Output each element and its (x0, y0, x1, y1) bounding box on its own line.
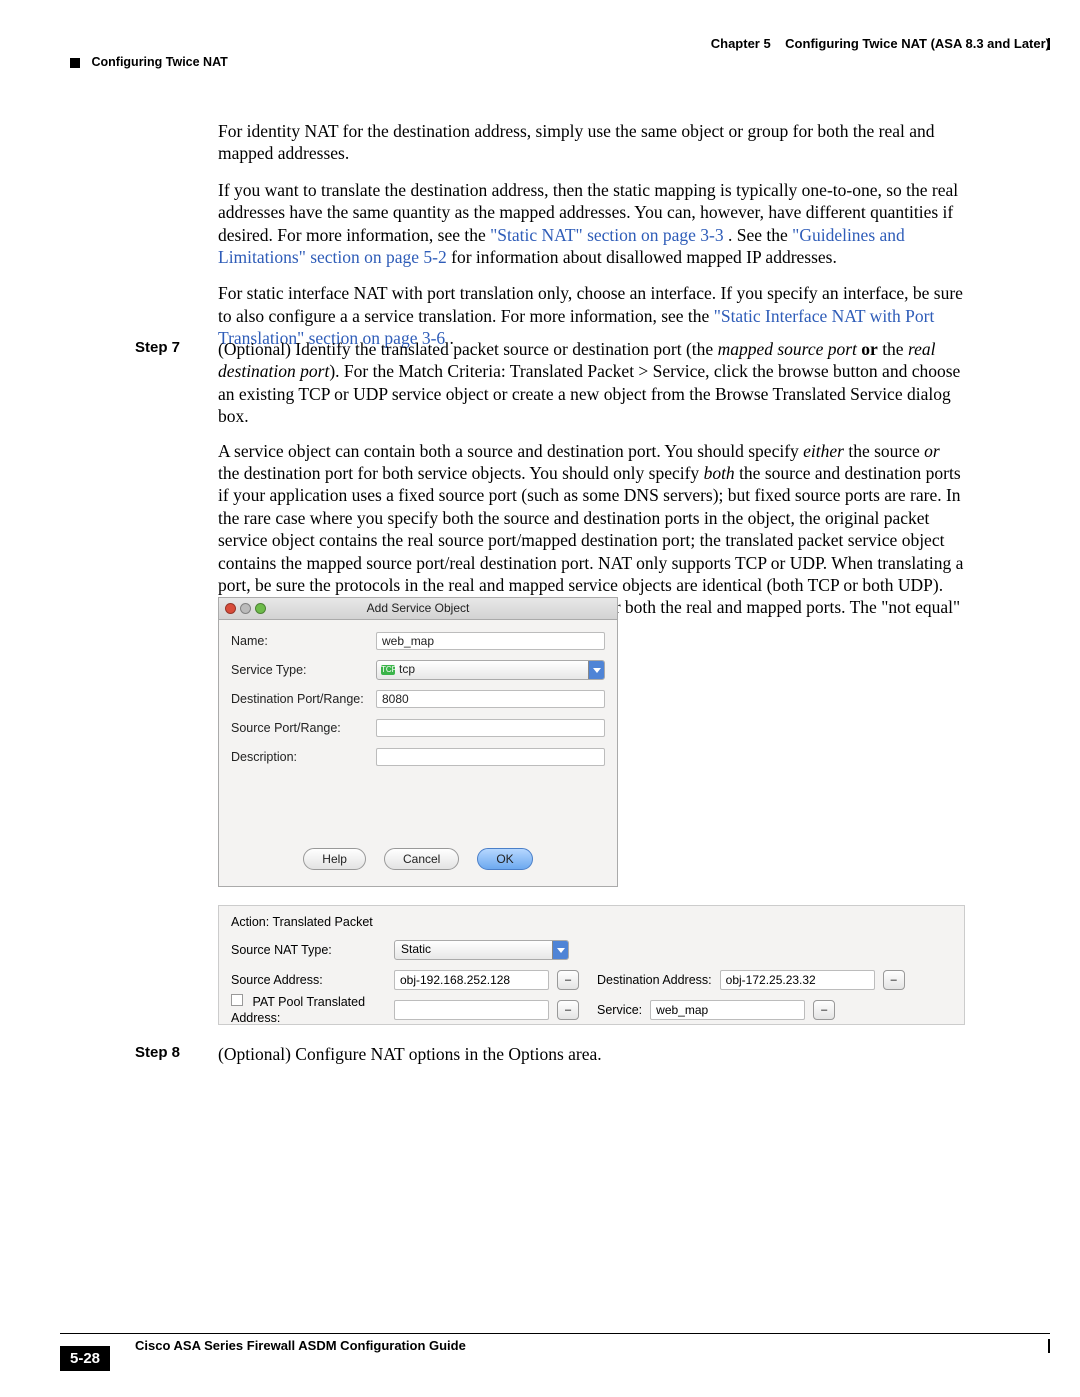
minimize-icon[interactable] (240, 603, 251, 614)
name-input[interactable]: web_map (376, 632, 605, 650)
src-addr-label: Source Address: (231, 972, 386, 988)
dialog-title: Add Service Object (219, 601, 617, 616)
pat-pool-browse-button[interactable]: – (557, 1000, 579, 1020)
cancel-button[interactable]: Cancel (384, 848, 459, 870)
src-nat-type-value: Static (401, 942, 431, 957)
body-content: For identity NAT for the destination add… (218, 120, 965, 364)
src-port-input[interactable] (376, 719, 605, 737)
step-7-para1: (Optional) Identify the translated packe… (218, 338, 965, 428)
name-label: Name: (231, 633, 376, 649)
dest-addr-label: Destination Address: (597, 972, 712, 988)
section-title: Configuring Twice NAT (91, 55, 227, 69)
dest-port-label: Destination Port/Range: (231, 691, 376, 707)
tcp-icon: TCP (381, 665, 395, 675)
zoom-icon[interactable] (255, 603, 266, 614)
service-type-label: Service Type: (231, 662, 376, 678)
help-button[interactable]: Help (303, 848, 366, 870)
ok-button[interactable]: OK (477, 848, 532, 870)
description-label: Description: (231, 749, 376, 765)
pat-pool-checkbox[interactable] (231, 994, 243, 1006)
service-type-value: tcp (399, 662, 415, 677)
dest-addr-browse-button[interactable]: – (883, 970, 905, 990)
chevron-down-icon (588, 661, 604, 679)
para-identity-nat: For identity NAT for the destination add… (218, 120, 965, 165)
src-addr-input[interactable]: obj-192.168.252.128 (394, 970, 549, 990)
service-browse-button[interactable]: – (813, 1000, 835, 1020)
src-nat-type-select[interactable]: Static (394, 940, 569, 960)
dest-addr-input[interactable]: obj-172.25.23.32 (720, 970, 875, 990)
add-service-object-dialog: Add Service Object Name: web_map Service… (218, 597, 618, 887)
pat-pool-label: PAT Pool Translated Address: (231, 994, 386, 1026)
step-8-label: Step 8 (135, 1043, 180, 1062)
step-8: Step 8 (Optional) Configure NAT options … (135, 1043, 965, 1077)
page-number: 5-28 (60, 1346, 110, 1371)
section-header: Configuring Twice NAT (70, 54, 228, 70)
close-icon[interactable] (225, 603, 236, 614)
src-addr-browse-button[interactable]: – (557, 970, 579, 990)
chapter-title: Configuring Twice NAT (ASA 8.3 and Later… (785, 36, 1050, 51)
page-footer: Cisco ASA Series Firewall ASDM Configura… (60, 1333, 1050, 1355)
description-input[interactable] (376, 748, 605, 766)
service-type-select[interactable]: TCP tcp (376, 660, 605, 680)
footer-guide-title: Cisco ASA Series Firewall ASDM Configura… (135, 1338, 466, 1355)
chevron-down-icon (552, 941, 568, 959)
dialog-titlebar[interactable]: Add Service Object (219, 598, 617, 620)
header-bar-icon (1048, 38, 1050, 50)
footer-bar-icon (1048, 1339, 1050, 1353)
service-input[interactable]: web_map (650, 1000, 805, 1020)
chapter-number: Chapter 5 (711, 36, 771, 51)
step-7-label: Step 7 (135, 338, 180, 357)
para-translate-dest: If you want to translate the destination… (218, 179, 965, 269)
panel-title: Action: Translated Packet (231, 914, 952, 930)
src-port-label: Source Port/Range: (231, 720, 376, 736)
page-header: Chapter 5 Configuring Twice NAT (ASA 8.3… (30, 36, 1050, 53)
link-static-nat[interactable]: "Static NAT" section on page 3-3 (490, 225, 723, 245)
dest-port-input[interactable]: 8080 (376, 690, 605, 708)
service-label: Service: (597, 1002, 642, 1018)
square-icon (70, 58, 80, 68)
step-8-text: (Optional) Configure NAT options in the … (218, 1043, 965, 1065)
src-nat-type-label: Source NAT Type: (231, 942, 386, 958)
pat-pool-input[interactable] (394, 1000, 549, 1020)
translated-packet-panel: Action: Translated Packet Source NAT Typ… (218, 905, 965, 1025)
